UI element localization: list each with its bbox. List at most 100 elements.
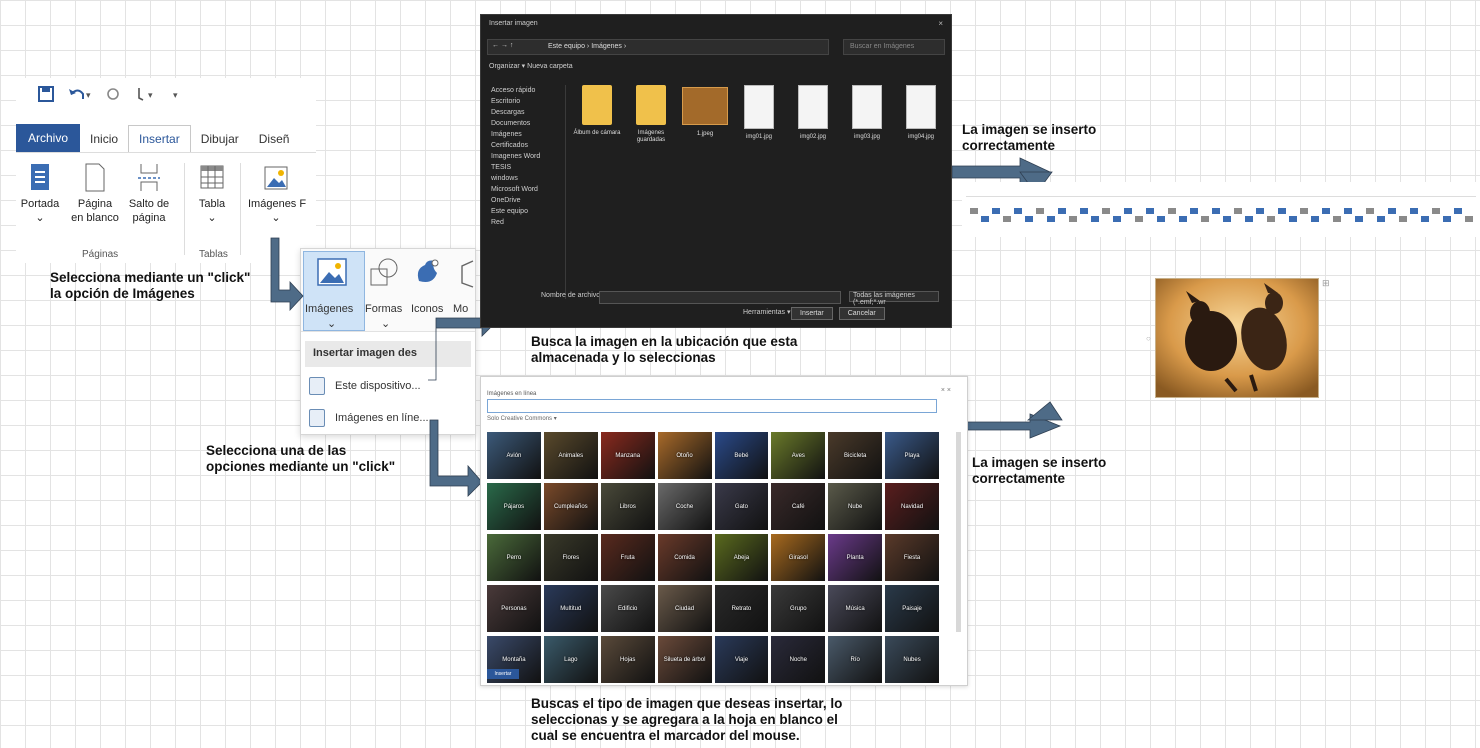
nav-item[interactable]: Imágenes [487,129,565,140]
nav-item[interactable]: Descargas [487,107,565,118]
filename-input[interactable] [599,291,841,304]
ribbon-tool-icon[interactable] [1091,216,1099,222]
category-tile[interactable]: Café [771,483,826,530]
image-layout-icon[interactable]: ⊞ [1322,278,1330,289]
ribbon-tool-icon[interactable] [1256,208,1264,214]
ribbon-tool-icon[interactable] [1124,208,1132,214]
ribbon-tool-icon[interactable] [1014,208,1022,214]
ribbon-tool-icon[interactable] [1454,208,1462,214]
ribbon-tool-icon[interactable] [1003,216,1011,222]
category-tile[interactable]: Pájaros [487,483,541,530]
category-tile[interactable]: Avión [487,432,541,479]
ribbon-tool-icon[interactable] [1355,216,1363,222]
category-tile[interactable]: Lago [543,636,598,683]
nav-item[interactable]: Documentos [487,118,565,129]
tools-dropdown[interactable]: Herramientas ▾ [743,308,790,316]
category-tile[interactable]: Hojas [600,636,655,683]
nav-item[interactable]: Microsoft Word [487,184,565,195]
file-item[interactable]: 1.jpeg [681,85,729,138]
ribbon-tool-icon[interactable] [1223,216,1231,222]
file-item[interactable]: Álbum de cámara [573,85,621,137]
nav-item[interactable]: OneDrive [487,195,565,206]
ribbon-tool-icon[interactable] [1047,216,1055,222]
scrollbar[interactable] [956,432,961,632]
ribbon-tool-icon[interactable] [1212,208,1220,214]
file-item[interactable]: img02.jpg [789,85,837,141]
close-icon[interactable]: × × [941,387,951,394]
ribbon-tool-icon[interactable] [992,208,1000,214]
search-box[interactable]: Buscar en Imágenes [843,39,945,55]
category-tile[interactable]: Girasol [771,534,826,581]
ribbon-tool-icon[interactable] [1432,208,1440,214]
ribbon-tool-icon[interactable] [1179,216,1187,222]
nav-item[interactable]: Red [487,217,565,228]
ribbon-tool-icon[interactable] [1102,208,1110,214]
category-tile[interactable]: Flores [543,534,598,581]
ribbon-tool-icon[interactable] [1080,208,1088,214]
inserted-image[interactable] [1155,278,1319,398]
ribbon-tool-icon[interactable] [1311,216,1319,222]
category-tile[interactable]: Fiesta [885,534,939,581]
category-tile[interactable]: Ciudad [657,585,712,632]
category-tile[interactable]: Animales [543,432,598,479]
category-tile[interactable]: Otoño [657,432,712,479]
nav-item[interactable]: Imagenes Word [487,151,565,162]
ribbon-tool-icon[interactable] [1157,216,1165,222]
resize-handle-icon[interactable]: ○ [1146,334,1151,343]
insert-button[interactable]: Insertar [791,307,833,320]
category-tile[interactable]: Playa [885,432,939,479]
ribbon-tool-icon[interactable] [1135,216,1143,222]
category-tile[interactable]: Multitud [543,585,598,632]
ribbon-tool-icon[interactable] [1344,208,1352,214]
ribbon-tool-icon[interactable] [1267,216,1275,222]
ribbon-tool-icon[interactable] [1465,216,1473,222]
category-tile[interactable]: Personas [487,585,541,632]
ribbon-tool-icon[interactable] [1190,208,1198,214]
nav-item[interactable]: Este equipo [487,206,565,217]
ribbon-tool-icon[interactable] [1168,208,1176,214]
ribbon-tool-icon[interactable] [1289,216,1297,222]
category-tile[interactable]: Manzana [600,432,655,479]
category-tile[interactable]: Música [828,585,883,632]
category-tile[interactable]: Nube [828,483,883,530]
ribbon-tool-icon[interactable] [1300,208,1308,214]
category-tile[interactable]: Río [828,636,883,683]
address-bar[interactable]: Este equipo › Imágenes › ← → ↑ [487,39,829,55]
insert-button[interactable]: Insertar [487,669,519,679]
category-tile[interactable]: Comida [657,534,712,581]
category-tile[interactable]: Noche [771,636,826,683]
ribbon-tool-icon[interactable] [1366,208,1374,214]
category-tile[interactable]: Edificio [600,585,655,632]
category-tile[interactable]: Viaje [714,636,769,683]
creative-commons-filter[interactable]: Solo Creative Commons ▾ [487,415,557,422]
nav-item[interactable]: Certificados [487,140,565,151]
category-tile[interactable]: Gato [714,483,769,530]
ribbon-tool-icon[interactable] [1399,216,1407,222]
ribbon-tool-icon[interactable] [1388,208,1396,214]
category-tile[interactable]: Perro [487,534,541,581]
category-tile[interactable]: Fruta [600,534,655,581]
ribbon-tool-icon[interactable] [1278,208,1286,214]
ribbon-tool-icon[interactable] [1333,216,1341,222]
ribbon-tool-icon[interactable] [1377,216,1385,222]
category-tile[interactable]: Navidad [885,483,939,530]
nav-arrows-icon[interactable]: ← → ↑ [492,42,513,49]
category-tile[interactable]: Nubes [885,636,939,683]
ribbon-tool-icon[interactable] [1410,208,1418,214]
file-item[interactable]: Imágenes guardadas [627,85,675,144]
category-tile[interactable]: Planta [828,534,883,581]
cancel-button[interactable]: Cancelar [838,307,885,320]
bing-search-input[interactable] [487,399,937,413]
ribbon-tool-icon[interactable] [1322,208,1330,214]
ribbon-tool-icon[interactable] [1245,216,1253,222]
ribbon-tool-icon[interactable] [1025,216,1033,222]
close-icon[interactable]: × [938,19,943,28]
ribbon-tool-icon[interactable] [1058,208,1066,214]
filetype-select[interactable]: Todas las imágenes (*.emf;*.wr [849,291,939,306]
nav-item[interactable]: TESIS [487,162,565,173]
ribbon-tool-icon[interactable] [981,216,989,222]
file-item[interactable]: img01.jpg [735,85,783,141]
nav-item[interactable]: windows [487,173,565,184]
category-tile[interactable]: Paisaje [885,585,939,632]
ribbon-tool-icon[interactable] [1036,208,1044,214]
